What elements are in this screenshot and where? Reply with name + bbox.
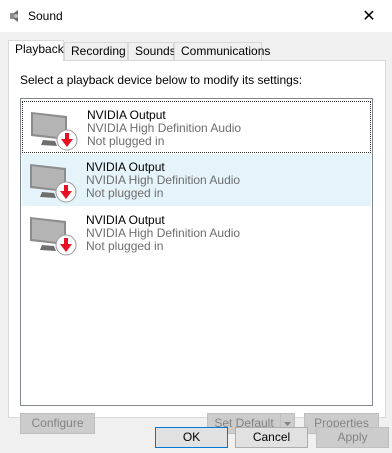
device-name: NVIDIA Output [86,160,165,174]
window-title: Sound [28,9,63,23]
device-name: NVIDIA Output [86,213,165,227]
instruction-text: Select a playback device below to modify… [20,73,303,87]
close-button[interactable]: ✕ [346,0,392,32]
monitor-speaker-icon [30,217,77,256]
tab-sounds[interactable]: Sounds [128,42,176,60]
device-description: NVIDIA High Definition Audio [86,173,241,187]
apply-button[interactable]: Apply [316,427,389,448]
tab-recording[interactable]: Recording [64,42,128,60]
device-list[interactable]: NVIDIA Output NVIDIA High Definition Aud… [20,98,373,406]
configure-button[interactable]: Configure [20,413,95,434]
tab-playback[interactable]: Playback [8,40,64,61]
close-icon: ✕ [362,8,376,25]
device-name: NVIDIA Output [87,108,166,122]
sound-dialog: Playback Recording Sounds Communications… [0,32,392,453]
cancel-button[interactable]: Cancel [235,427,308,448]
device-status: Not plugged in [86,239,164,253]
device-item[interactable]: NVIDIA Output NVIDIA High Definition Aud… [22,101,371,153]
device-description: NVIDIA High Definition Audio [87,121,242,135]
tab-communications[interactable]: Communications [174,42,270,60]
playback-panel: Select a playback device below to modify… [8,60,386,434]
title-bar: Sound ✕ [0,0,392,32]
speaker-icon [10,10,18,22]
monitor-speaker-icon [30,164,77,203]
ok-button[interactable]: OK [155,427,228,448]
device-status: Not plugged in [86,186,164,200]
monitor-speaker-icon [31,112,78,151]
device-item[interactable]: NVIDIA Output NVIDIA High Definition Aud… [22,207,371,259]
device-status: Not plugged in [87,134,165,148]
device-description: NVIDIA High Definition Audio [86,226,241,240]
device-item[interactable]: NVIDIA Output NVIDIA High Definition Aud… [22,154,371,206]
